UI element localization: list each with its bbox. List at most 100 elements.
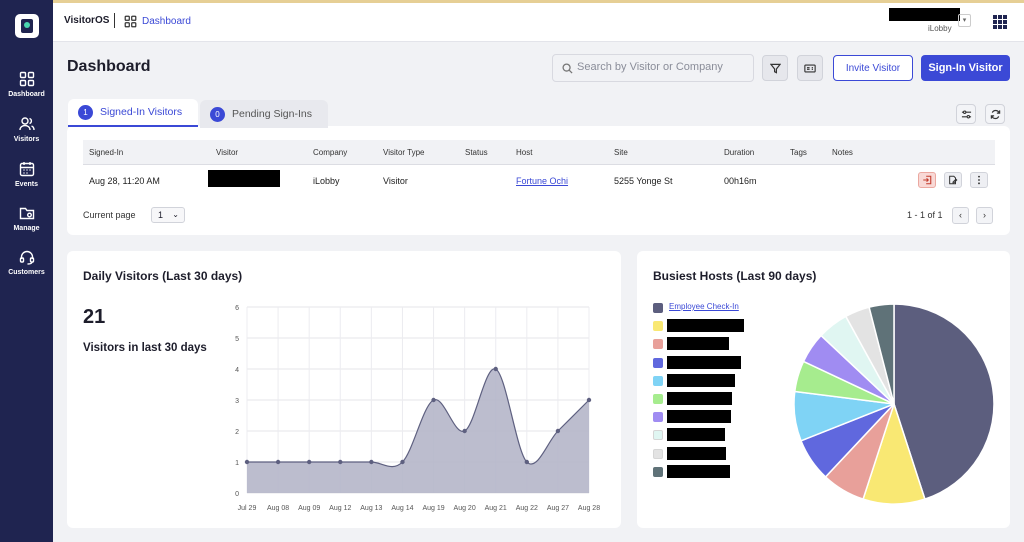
legend-name-redacted[interactable] xyxy=(667,337,729,351)
more-actions-button[interactable] xyxy=(970,172,988,188)
app-logo[interactable] xyxy=(15,14,39,38)
sidebar-item-visitors[interactable]: Visitors xyxy=(0,116,53,143)
data-point[interactable] xyxy=(462,428,467,434)
legend-name-redacted[interactable] xyxy=(667,428,725,442)
data-point[interactable] xyxy=(338,459,343,465)
chevron-down-icon[interactable]: ▾ xyxy=(958,14,971,27)
column-header[interactable]: Status xyxy=(465,148,488,157)
page-select[interactable]: 1 ⌄ xyxy=(151,207,185,223)
column-header[interactable]: Notes xyxy=(832,148,853,157)
visitor-count-caption: Visitors in last 30 days xyxy=(83,342,207,354)
id-card-button[interactable] xyxy=(797,55,823,81)
previous-page-button[interactable]: ‹ xyxy=(952,207,969,224)
tab-pending-sign-ins[interactable]: 0 Pending Sign-Ins xyxy=(200,100,328,128)
daily-visitors-chart: 0 1 2 3 4 5 6 Jul 29 Aug 08 Aug 09 Aug 12 Aug 13 Aug… xyxy=(235,305,600,512)
column-header[interactable]: Signed-In xyxy=(89,148,123,157)
data-point[interactable] xyxy=(306,459,312,465)
column-header[interactable]: Company xyxy=(313,148,347,157)
data-point[interactable] xyxy=(493,366,498,372)
legend-name-redacted[interactable] xyxy=(667,446,726,460)
data-point[interactable] xyxy=(555,428,561,434)
busiest-hosts-pie xyxy=(793,303,995,505)
column-header[interactable]: Visitor xyxy=(216,148,238,157)
data-point[interactable] xyxy=(275,459,281,465)
sidebar: Dashboard Visitors Events Manage Custome… xyxy=(0,0,53,542)
page-title: Dashboard xyxy=(67,58,151,75)
tab-signed-in-visitors[interactable]: 1 Signed-In Visitors xyxy=(68,99,198,127)
sidebar-item-dashboard[interactable]: Dashboard xyxy=(0,71,53,98)
search-input[interactable] xyxy=(577,61,747,73)
legend-swatch xyxy=(653,339,663,350)
column-header[interactable]: Host xyxy=(516,148,532,157)
legend-swatch xyxy=(653,394,663,404)
data-point[interactable] xyxy=(400,459,405,465)
next-page-button[interactable]: › xyxy=(976,207,993,224)
apps-grid-icon[interactable] xyxy=(993,15,1007,29)
data-point[interactable] xyxy=(524,459,530,465)
visitor-name-redacted[interactable] xyxy=(208,170,280,187)
data-point[interactable] xyxy=(244,459,250,465)
more-vertical-icon xyxy=(978,175,980,185)
page-select-value: 1 xyxy=(158,210,164,220)
cell-visitor-type: Visitor xyxy=(383,176,408,186)
data-point[interactable] xyxy=(431,397,436,403)
table-header: Signed-In Visitor Company Visitor Type S… xyxy=(83,140,995,165)
y-tick-label: 2 xyxy=(235,429,239,436)
x-tick-label: Aug 28 xyxy=(578,505,600,512)
busiest-hosts-title: Busiest Hosts (Last 90 days) xyxy=(653,269,817,283)
legend-name-redacted[interactable] xyxy=(667,319,744,333)
legend-name-redacted[interactable] xyxy=(667,355,741,369)
legend-name-redacted[interactable] xyxy=(667,373,735,387)
host-link[interactable]: Fortune Ochi xyxy=(516,176,568,186)
legend-swatch xyxy=(653,303,663,313)
sidebar-item-customers[interactable]: Customers xyxy=(0,249,53,276)
cell-company: iLobby xyxy=(313,176,340,186)
legend-link[interactable]: Employee Check-In xyxy=(669,302,739,311)
y-tick-label: 4 xyxy=(235,367,239,374)
sidebar-item-manage[interactable]: Manage xyxy=(0,205,53,232)
column-settings-button[interactable] xyxy=(956,104,976,124)
tab-count-badge: 0 xyxy=(210,106,225,122)
legend-swatch xyxy=(653,466,663,477)
search-icon xyxy=(562,63,573,74)
tab-label: Signed-In Visitors xyxy=(100,106,183,118)
column-header[interactable]: Site xyxy=(614,148,628,157)
x-tick-label: Aug 13 xyxy=(360,505,382,512)
x-tick-label: Aug 14 xyxy=(391,505,413,512)
edit-visitor-button[interactable] xyxy=(944,172,962,188)
sign-out-button[interactable] xyxy=(918,172,936,188)
column-header[interactable]: Tags xyxy=(790,148,807,157)
refresh-button[interactable] xyxy=(985,104,1005,124)
calendar-icon xyxy=(19,162,34,177)
refresh-icon xyxy=(990,109,1000,119)
dashboard-grid-icon xyxy=(19,71,34,87)
sidebar-item-label: Dashboard xyxy=(8,91,45,98)
legend-name-redacted[interactable] xyxy=(667,392,732,405)
sign-in-visitor-button[interactable]: Sign-In Visitor xyxy=(921,55,1010,81)
cell-signed-in: Aug 28, 11:20 AM xyxy=(89,176,160,186)
data-point[interactable] xyxy=(586,397,592,403)
y-tick-label: 0 xyxy=(235,491,239,498)
sidebar-item-label: Customers xyxy=(8,269,45,276)
sidebar-item-events[interactable]: Events xyxy=(0,161,53,188)
data-point[interactable] xyxy=(369,459,374,465)
legend-name-redacted[interactable] xyxy=(667,464,730,478)
legend-swatch xyxy=(653,357,663,368)
org-name[interactable]: iLobby xyxy=(928,24,952,33)
cell-site: 5255 Yonge St xyxy=(614,176,673,186)
filter-button[interactable] xyxy=(762,55,788,81)
current-page-label: Current page xyxy=(83,210,136,220)
tab-count-badge: 1 xyxy=(78,104,93,120)
dashboard-grid-icon xyxy=(124,15,137,28)
sign-out-icon xyxy=(923,175,932,185)
search-box xyxy=(552,54,754,82)
column-header[interactable]: Visitor Type xyxy=(383,148,425,157)
legend-name-redacted[interactable] xyxy=(667,410,731,424)
sliders-icon xyxy=(961,109,971,119)
legend-swatch xyxy=(653,412,663,423)
legend-swatch xyxy=(653,321,663,332)
invite-visitor-button[interactable]: Invite Visitor xyxy=(833,55,913,81)
column-header[interactable]: Duration xyxy=(724,148,754,157)
filter-icon xyxy=(769,63,781,74)
breadcrumb[interactable]: Dashboard xyxy=(142,16,191,27)
